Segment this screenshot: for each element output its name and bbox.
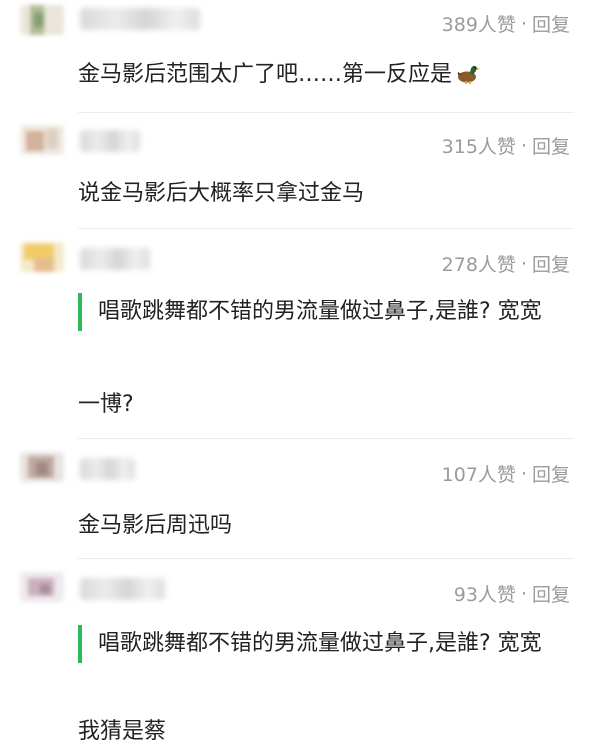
divider bbox=[78, 112, 574, 113]
avatar[interactable] bbox=[20, 125, 64, 155]
reply-button[interactable]: 回复 bbox=[532, 580, 570, 607]
comment-meta: 107人赞 · 回复 bbox=[442, 460, 570, 487]
meta-separator: · bbox=[520, 12, 527, 35]
like-count[interactable]: 315人赞 bbox=[442, 132, 516, 159]
comment-text: 金马影后范围太广了吧……第一反应是 bbox=[78, 59, 576, 91]
quoted-reply: 唱歌跳舞都不错的男流量做过鼻子,是誰? 宽宽 bbox=[78, 293, 576, 331]
divider bbox=[78, 558, 574, 559]
comment-text: 金马影后周迅吗 bbox=[78, 513, 233, 538]
comment-meta: 389人赞 · 回复 bbox=[442, 10, 570, 37]
username-blurred[interactable] bbox=[80, 248, 150, 270]
comment-text: 我猜是蔡 bbox=[78, 719, 167, 744]
comment-meta: 315人赞 · 回复 bbox=[442, 132, 570, 159]
avatar[interactable] bbox=[20, 242, 64, 272]
duck-emoji-icon bbox=[457, 65, 481, 84]
comment-text-content: 金马影后范围太广了吧……第一反应是 bbox=[78, 62, 453, 87]
reply-button[interactable]: 回复 bbox=[532, 10, 570, 37]
meta-separator: · bbox=[520, 134, 527, 157]
divider bbox=[78, 228, 574, 229]
like-count[interactable]: 107人赞 bbox=[442, 460, 516, 487]
meta-separator: · bbox=[520, 582, 527, 605]
username-blurred[interactable] bbox=[80, 8, 200, 30]
like-count[interactable]: 278人赞 bbox=[442, 250, 516, 277]
comment-meta: 93人赞 · 回复 bbox=[454, 580, 570, 607]
avatar[interactable] bbox=[20, 5, 64, 35]
username-blurred[interactable] bbox=[80, 458, 135, 480]
meta-separator: · bbox=[520, 252, 527, 275]
reply-button[interactable]: 回复 bbox=[532, 460, 570, 487]
avatar[interactable] bbox=[20, 452, 64, 482]
username-blurred[interactable] bbox=[80, 578, 165, 600]
comment-text: 说金马影后大概率只拿过金马 bbox=[78, 181, 365, 206]
comment-text: 一博? bbox=[78, 392, 134, 417]
like-count[interactable]: 93人赞 bbox=[454, 580, 516, 607]
quoted-reply: 唱歌跳舞都不错的男流量做过鼻子,是誰? 宽宽 bbox=[78, 625, 576, 663]
like-count[interactable]: 389人赞 bbox=[442, 10, 516, 37]
reply-button[interactable]: 回复 bbox=[532, 132, 570, 159]
avatar[interactable] bbox=[20, 572, 64, 602]
meta-separator: · bbox=[520, 462, 527, 485]
comment-meta: 278人赞 · 回复 bbox=[442, 250, 570, 277]
divider bbox=[78, 438, 574, 439]
username-blurred[interactable] bbox=[80, 130, 140, 152]
reply-button[interactable]: 回复 bbox=[532, 250, 570, 277]
